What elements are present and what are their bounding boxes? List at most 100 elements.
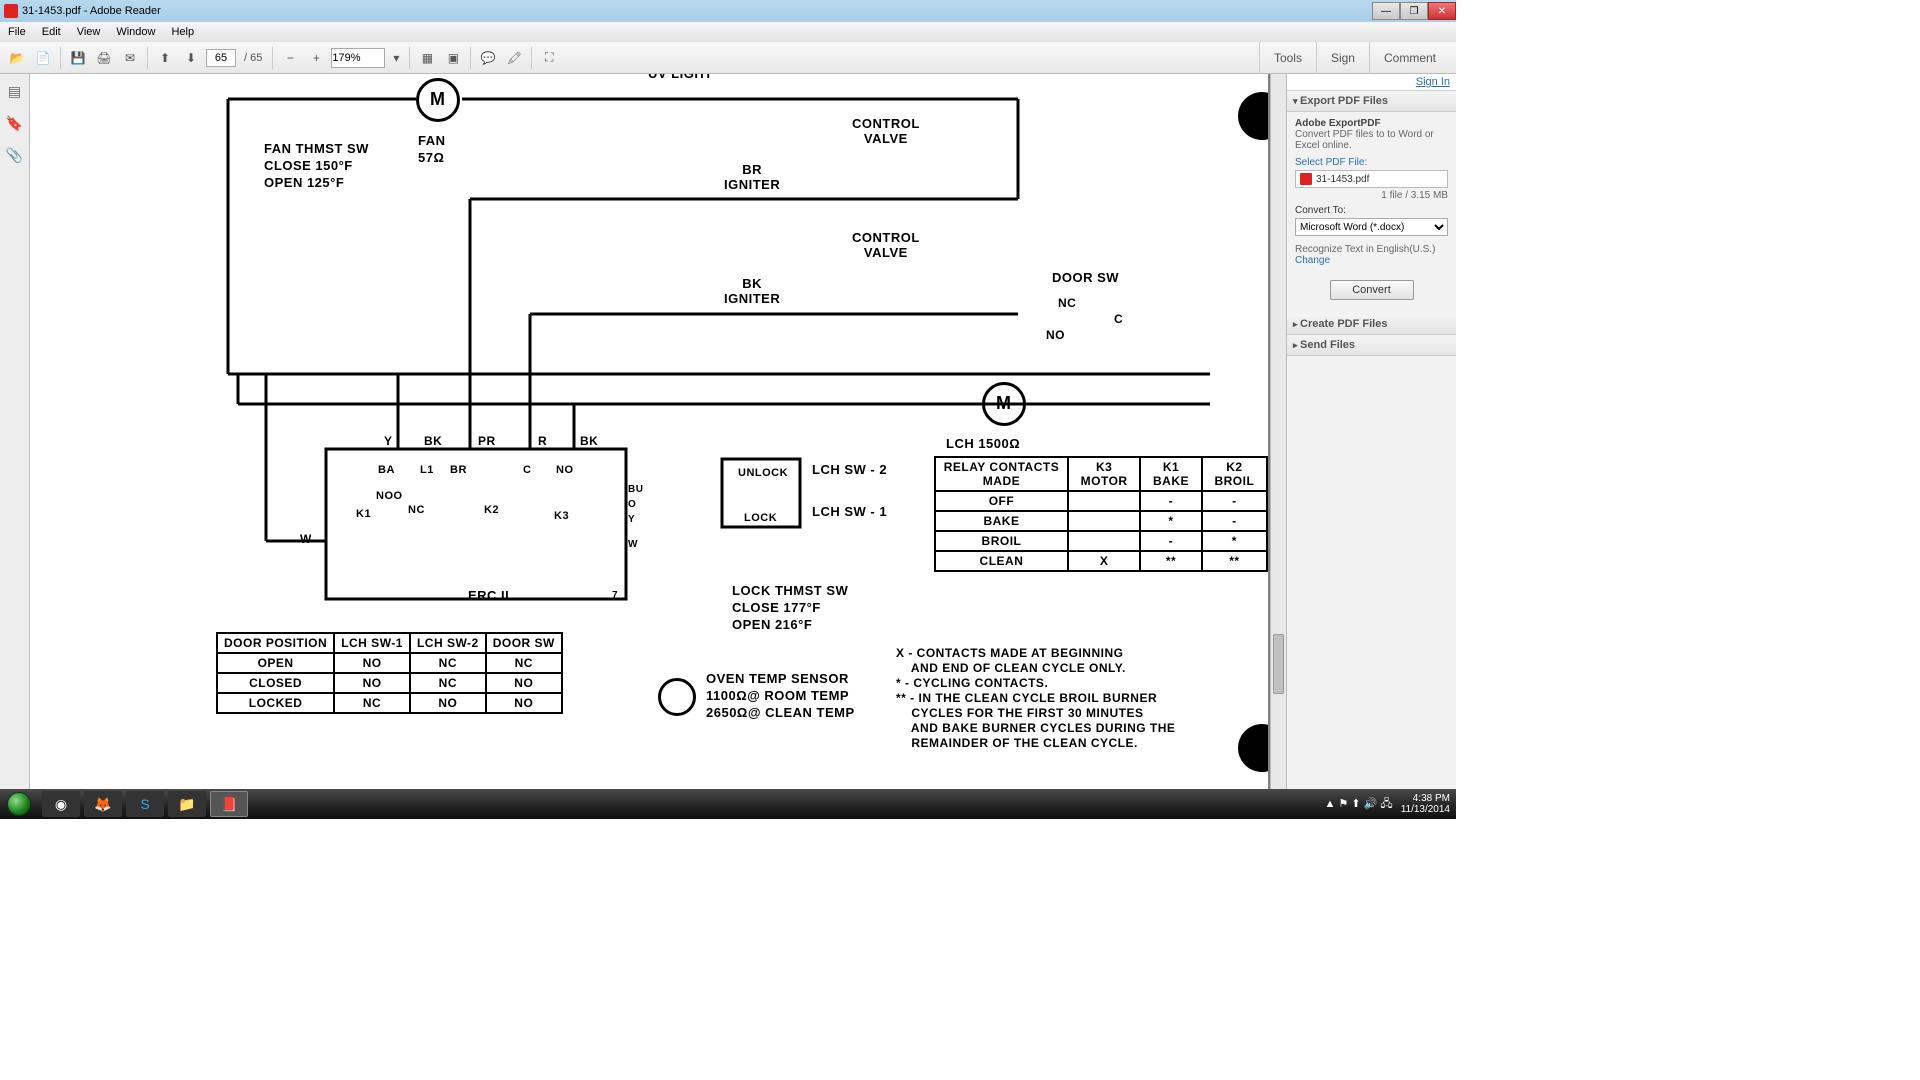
diagram-dot: [1238, 92, 1268, 140]
label-no: NO: [1046, 328, 1065, 342]
label-o: O: [628, 499, 636, 510]
selected-file[interactable]: 31-1453.pdf: [1295, 170, 1448, 188]
label-control-valve: CONTROL VALVE: [852, 230, 920, 260]
window-controls: — ❐ ✕: [1372, 2, 1456, 20]
toolbar: 📂 📄 💾 🖨 ✉ ⬆ ⬇ / 65 − + ▾ ▦ ▣ 💬 🖍 ⛶ Tools…: [0, 42, 1456, 74]
panel-send-header[interactable]: Send Files: [1287, 335, 1456, 356]
menu-file[interactable]: File: [0, 26, 34, 38]
zoom-select[interactable]: [331, 48, 385, 68]
page-up-icon[interactable]: ⬆: [154, 47, 176, 69]
sign-in-link[interactable]: Sign In: [1287, 74, 1456, 91]
zoom-in-icon[interactable]: +: [305, 47, 327, 69]
tool2-icon[interactable]: ▣: [442, 47, 464, 69]
menu-edit[interactable]: Edit: [34, 26, 69, 38]
motor-label: M: [996, 393, 1012, 414]
email-icon[interactable]: ✉: [119, 47, 141, 69]
label-oven-temp: OVEN TEMP SENSOR 1100Ω@ ROOM TEMP 2650Ω@…: [706, 670, 855, 721]
document-area[interactable]: M M UV LIGHT FAN THMST SW CLOSE 150°F OP…: [30, 74, 1270, 789]
page-down-icon[interactable]: ⬇: [180, 47, 202, 69]
menu-window[interactable]: Window: [108, 26, 163, 38]
bookmark-icon[interactable]: 🔖: [6, 114, 24, 132]
start-orb-icon: [7, 792, 31, 816]
label-br: BR: [450, 464, 467, 476]
tray-icons[interactable]: ▲ ⚑ ⬆ 🔊 🖧: [1325, 795, 1393, 814]
recognize-text: Recognize Text in English(U.S.): [1295, 244, 1448, 255]
label-nc: NC: [1058, 296, 1076, 310]
start-button[interactable]: [0, 789, 38, 819]
minimize-button[interactable]: —: [1372, 2, 1400, 20]
system-tray: ▲ ⚑ ⬆ 🔊 🖧 4:38 PM11/13/2014: [1325, 793, 1456, 815]
label-w: W: [628, 539, 638, 550]
label-bk: BK: [580, 434, 598, 448]
tray-clock[interactable]: 4:38 PM11/13/2014: [1401, 793, 1450, 815]
panel-export-body: Adobe ExportPDF Convert PDF files to to …: [1287, 112, 1456, 314]
label-pr: PR: [478, 434, 496, 448]
menu-bar: File Edit View Window Help: [0, 22, 1456, 42]
save-icon[interactable]: 💾: [67, 47, 89, 69]
taskbar: ◉ 🦊 S 📁 📕 ▲ ⚑ ⬆ 🔊 🖧 4:38 PM11/13/2014: [0, 789, 1456, 819]
read-mode-icon[interactable]: ⛶: [538, 47, 560, 69]
panel-create-header[interactable]: Create PDF Files: [1287, 314, 1456, 335]
tab-sign[interactable]: Sign: [1316, 42, 1369, 74]
label-noo: NOO: [376, 490, 403, 502]
label-fan-sw: FAN THMST SW CLOSE 150°F OPEN 125°F: [264, 140, 369, 191]
export-desc: Convert PDF files to to Word or Excel on…: [1295, 129, 1448, 151]
taskbar-explorer-icon[interactable]: 📁: [168, 791, 206, 817]
taskbar-firefox-icon[interactable]: 🦊: [84, 791, 122, 817]
tab-tools[interactable]: Tools: [1259, 42, 1316, 74]
motor-label: M: [430, 89, 446, 110]
taskbar-skype-icon[interactable]: S: [126, 791, 164, 817]
door-position-table: DOOR POSITIONLCH SW-1LCH SW-2DOOR SW OPE…: [216, 632, 563, 714]
tool1-icon[interactable]: ▦: [416, 47, 438, 69]
label-bk: BK: [424, 434, 442, 448]
page-number-input[interactable]: [206, 49, 236, 67]
open-icon[interactable]: 📂: [6, 47, 28, 69]
label-k2: K2: [484, 504, 499, 516]
attachments-icon[interactable]: 📎: [6, 146, 24, 164]
label-nc: NC: [408, 504, 425, 516]
scrollbar-thumb[interactable]: [1273, 634, 1284, 694]
label-c: C: [1114, 312, 1123, 326]
menu-help[interactable]: Help: [163, 26, 202, 38]
label-uv-light: UV LIGHT: [648, 74, 713, 81]
diagram-dot: [1238, 724, 1268, 772]
taskbar-adobe-icon[interactable]: 📕: [210, 791, 248, 817]
close-button[interactable]: ✕: [1428, 2, 1456, 20]
thumbnails-icon[interactable]: ▤: [6, 82, 24, 100]
zoom-dropdown-icon[interactable]: ▾: [389, 47, 403, 69]
label-lch-sw2: LCH SW - 2: [812, 462, 887, 477]
zoom-out-icon[interactable]: −: [279, 47, 301, 69]
vertical-scrollbar[interactable]: [1270, 74, 1286, 789]
label-7: 7: [612, 590, 618, 601]
window-titlebar: 31-1453.pdf - Adobe Reader — ❐ ✕: [0, 0, 1456, 22]
label-lch-sw1: LCH SW - 1: [812, 504, 887, 519]
create-pdf-icon[interactable]: 📄: [32, 47, 54, 69]
label-door-sw: DOOR SW: [1052, 270, 1119, 285]
menu-view[interactable]: View: [69, 26, 109, 38]
convert-to-label: Convert To:: [1295, 205, 1448, 216]
label-no: NO: [556, 464, 574, 476]
taskbar-chrome-icon[interactable]: ◉: [42, 791, 80, 817]
convert-format-select[interactable]: Microsoft Word (*.docx): [1295, 218, 1448, 236]
change-link[interactable]: Change: [1295, 255, 1448, 266]
relay-contacts-table: RELAY CONTACTS MADEK3 MOTORK1 BAKEK2 BRO…: [934, 456, 1268, 572]
maximize-button[interactable]: ❐: [1400, 2, 1428, 20]
tab-comment[interactable]: Comment: [1369, 42, 1450, 74]
label-y: Y: [384, 434, 393, 448]
panel-export-header[interactable]: Export PDF Files: [1287, 91, 1456, 112]
left-nav: ▤ 🔖 📎: [0, 74, 30, 789]
highlight-icon[interactable]: 🖍: [503, 47, 525, 69]
label-unlock: UNLOCK: [738, 467, 788, 479]
print-icon[interactable]: 🖨: [93, 47, 115, 69]
convert-button[interactable]: Convert: [1330, 280, 1414, 300]
label-l1: L1: [420, 464, 434, 476]
export-title: Adobe ExportPDF: [1295, 118, 1448, 129]
label-ba: BA: [378, 464, 395, 476]
label-control-valve: CONTROL VALVE: [852, 116, 920, 146]
comment-icon[interactable]: 💬: [477, 47, 499, 69]
label-y: Y: [628, 514, 635, 525]
label-w: W: [300, 532, 312, 546]
sensor-symbol: [658, 678, 696, 716]
pdf-page: M M UV LIGHT FAN THMST SW CLOSE 150°F OP…: [30, 74, 1268, 789]
right-sidebar: Sign In Export PDF Files Adobe ExportPDF…: [1286, 74, 1456, 789]
